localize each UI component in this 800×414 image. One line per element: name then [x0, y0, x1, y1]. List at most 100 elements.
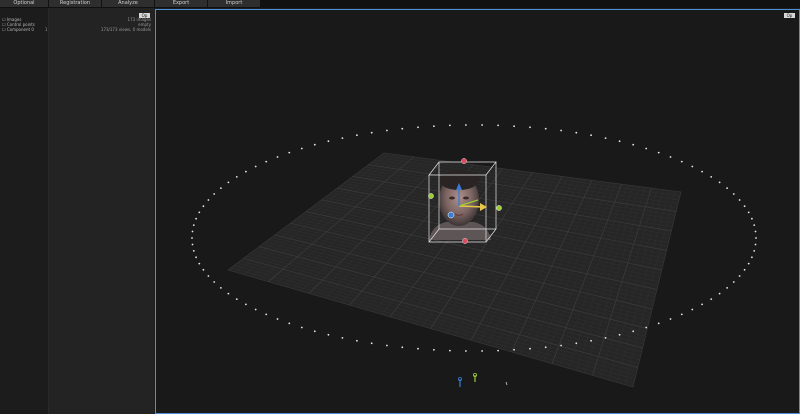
camera-marker	[465, 350, 467, 352]
camera-marker	[701, 170, 703, 173]
viewport-options-button[interactable]: Op	[784, 13, 795, 18]
camera-marker	[192, 224, 195, 227]
camera-marker	[755, 237, 757, 239]
tab-registration[interactable]: Registration	[49, 0, 101, 7]
rotate-handle-bottom[interactable]	[462, 238, 468, 244]
camera-marker	[356, 134, 358, 137]
camera-marker	[386, 129, 388, 132]
rotate-handle-right[interactable]	[496, 205, 502, 211]
camera-marker	[669, 318, 672, 320]
camera-marker	[198, 211, 201, 214]
camera-marker	[544, 127, 547, 130]
camera-marker	[198, 262, 201, 265]
camera-marker	[341, 337, 344, 339]
camera-marker	[288, 322, 291, 325]
camera-marker	[575, 131, 578, 134]
camera-marker	[235, 298, 238, 300]
camera-marker	[401, 127, 404, 130]
camera-marker	[191, 243, 194, 246]
camera-marker	[235, 176, 238, 178]
camera-marker	[751, 256, 753, 259]
camera-marker	[529, 126, 531, 129]
camera-marker	[276, 156, 279, 158]
camera-marker	[560, 344, 562, 347]
camera-marker	[202, 205, 205, 208]
camera-marker	[743, 205, 746, 208]
camera-marker	[632, 330, 635, 333]
camera-marker	[220, 187, 222, 190]
camera-marker	[743, 268, 746, 271]
camera-marker	[710, 298, 713, 300]
camera-marker	[718, 181, 721, 184]
camera-marker	[449, 349, 451, 352]
camera-marker	[202, 268, 205, 271]
camera-marker	[575, 342, 578, 345]
camera-marker	[245, 303, 247, 306]
camera-marker	[195, 217, 197, 220]
camera-marker	[618, 140, 621, 143]
camera-marker	[710, 176, 713, 178]
camera-marker	[645, 147, 648, 150]
camera-marker	[195, 256, 197, 259]
tree-item-component-marker: 1	[45, 27, 48, 32]
rotate-handle-top[interactable]	[461, 158, 467, 164]
scene-canvas[interactable]	[156, 10, 799, 413]
camera-marker	[192, 250, 195, 252]
value-column	[49, 8, 154, 414]
camera-marker	[276, 318, 279, 320]
camera-marker	[213, 193, 216, 195]
camera-marker	[747, 211, 750, 214]
camera-marker	[191, 230, 194, 233]
camera-marker	[753, 250, 756, 252]
camera-marker	[207, 275, 210, 277]
camera-marker	[657, 322, 660, 325]
camera-marker	[401, 346, 404, 349]
camera-marker	[497, 124, 499, 127]
camera-marker	[645, 326, 648, 329]
3d-viewport[interactable]: Op	[155, 9, 800, 414]
camera-marker	[327, 333, 330, 336]
camera-marker	[386, 344, 388, 347]
view-axes-indicator	[457, 372, 508, 387]
camera-marker	[313, 143, 316, 146]
tree-column	[0, 8, 49, 414]
camera-marker	[220, 287, 222, 289]
camera-marker	[417, 126, 419, 129]
camera-marker	[481, 350, 483, 352]
camera-marker	[754, 230, 757, 233]
camera-marker	[300, 147, 303, 150]
camera-marker	[288, 151, 291, 154]
scene-panel: ☐ Images 173 images ☐ Control points emp…	[0, 8, 154, 414]
camera-marker	[207, 199, 210, 201]
camera-marker	[529, 347, 531, 350]
tab-optional[interactable]: Optional	[0, 0, 48, 7]
tab-analyze[interactable]: Analyze	[102, 0, 154, 7]
camera-marker	[680, 160, 683, 163]
camera-marker	[313, 330, 316, 333]
panel-options-button[interactable]: Op	[139, 13, 150, 18]
camera-marker	[691, 308, 694, 311]
tab-import[interactable]: Import	[208, 0, 260, 7]
camera-marker	[227, 181, 230, 184]
camera-marker	[417, 347, 419, 350]
camera-marker	[738, 199, 741, 201]
rotate-handle-left[interactable]	[428, 193, 434, 199]
camera-marker	[604, 337, 607, 339]
camera-marker	[753, 224, 756, 227]
camera-marker	[254, 165, 257, 168]
camera-marker	[370, 342, 373, 345]
camera-marker	[513, 125, 515, 128]
camera-marker	[370, 131, 373, 134]
camera-marker	[433, 125, 435, 128]
camera-marker	[341, 137, 344, 139]
camera-marker	[738, 275, 741, 277]
camera-marker	[227, 292, 230, 295]
camera-marker	[265, 160, 268, 163]
camera-marker	[732, 281, 735, 283]
tree-item-component[interactable]: ☐ Component 0	[2, 28, 34, 32]
camera-marker	[632, 143, 635, 146]
camera-marker	[732, 193, 735, 195]
camera-marker	[680, 313, 683, 316]
camera-marker	[449, 124, 451, 127]
tab-export[interactable]: Export	[155, 0, 207, 7]
